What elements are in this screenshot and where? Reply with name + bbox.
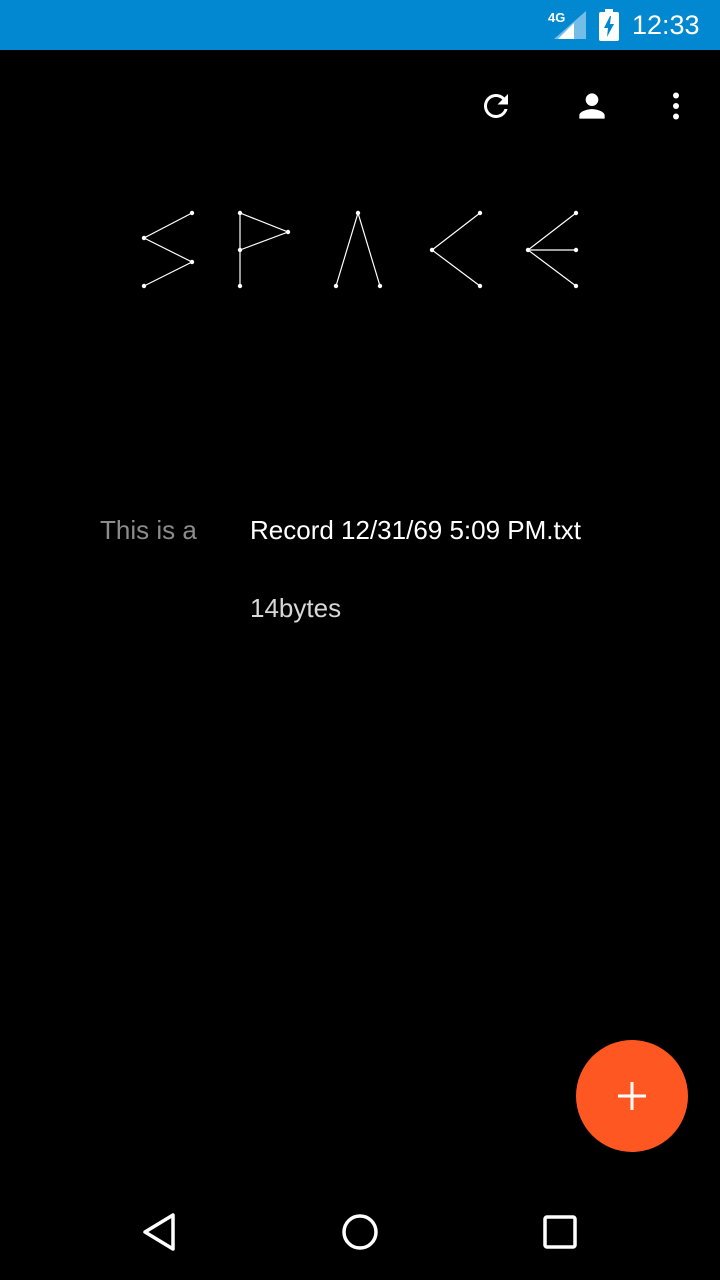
overflow-menu-button[interactable] [652,82,700,130]
record-file-size: 14bytes [250,593,342,623]
home-icon [342,1214,378,1250]
account-icon [579,93,605,119]
home-button[interactable] [336,1208,384,1256]
recents-icon [543,1215,577,1249]
refresh-icon [483,93,508,118]
overflow-menu-icon [673,92,679,120]
refresh-button[interactable] [472,82,520,130]
record-file-name[interactable]: Record 12/31/69 5:09 PM.txt [250,513,581,547]
add-record-button[interactable] [576,1040,688,1152]
system-nav-bar [0,1184,720,1280]
status-clock: 12:33 [632,10,700,40]
space-logo [141,210,579,289]
status-bar: 4G 12:33 [0,0,720,50]
account-button[interactable] [568,82,616,130]
signal-icon [554,11,586,39]
recents-button[interactable] [536,1208,584,1256]
plus-icon [618,1082,646,1110]
back-icon [143,1213,175,1251]
record-prefix-label: This is a [100,515,197,545]
back-button[interactable] [136,1208,184,1256]
battery-charging-icon [599,9,619,41]
app-screen: 4G 12:33 This is a Record 12/31/69 5:09 … [0,0,720,1280]
